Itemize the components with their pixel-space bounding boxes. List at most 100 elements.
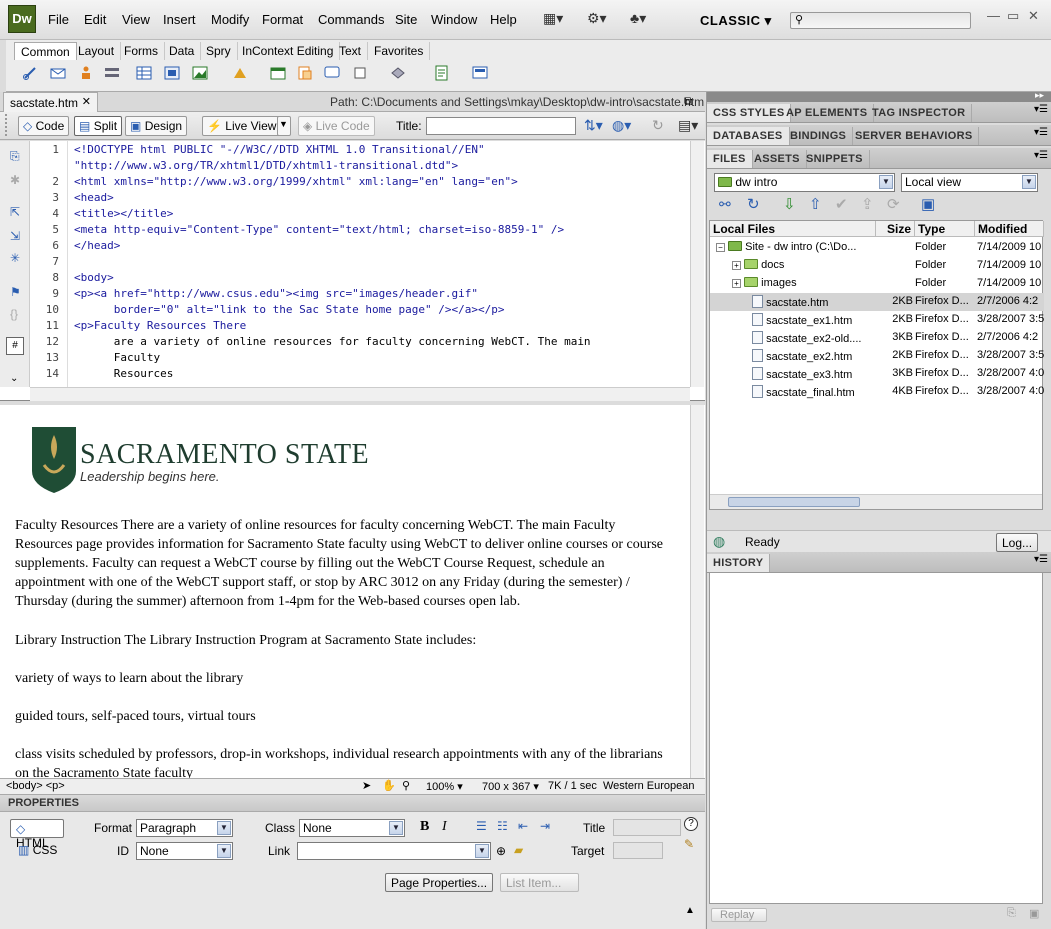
- select-tool-icon[interactable]: ➤: [362, 779, 371, 792]
- file-row[interactable]: sacstate_ex3.htm 3KB Firefox D... 3/28/2…: [710, 365, 1044, 383]
- file-row[interactable]: sacstate.htm 2KB Firefox D... 2/7/2006 4…: [710, 293, 1044, 311]
- tab-bindings[interactable]: BINDINGS: [784, 127, 854, 145]
- tab-css-styles[interactable]: CSS STYLES: [707, 104, 792, 122]
- browser-preview-icon[interactable]: ◍▾: [612, 117, 631, 134]
- collapse-properties-icon[interactable]: ▲: [685, 905, 695, 916]
- tab-files[interactable]: FILES: [707, 150, 753, 168]
- check-out-icon[interactable]: ✔: [835, 195, 848, 213]
- list-item-button[interactable]: List Item...: [500, 873, 579, 892]
- tab-forms[interactable]: Forms: [118, 42, 165, 60]
- tab-data[interactable]: Data: [163, 42, 202, 60]
- bold-button[interactable]: B: [420, 819, 429, 835]
- files-horizontal-scrollbar[interactable]: [710, 494, 1042, 509]
- log-button[interactable]: Log...: [996, 533, 1039, 552]
- anchor-icon[interactable]: [78, 65, 94, 81]
- html-mode-button[interactable]: ◇ HTML: [10, 819, 64, 850]
- code-vertical-scrollbar[interactable]: [690, 141, 704, 387]
- email-link-icon[interactable]: [50, 65, 66, 81]
- script-icon[interactable]: [390, 65, 406, 81]
- tab-text[interactable]: Text: [333, 42, 369, 60]
- menu-help[interactable]: Help: [490, 12, 517, 27]
- file-row[interactable]: sacstate_ex2.htm 2KB Firefox D... 3/28/2…: [710, 347, 1044, 365]
- title-field[interactable]: [613, 819, 681, 836]
- target-select[interactable]: [613, 842, 663, 859]
- column-size[interactable]: Size: [876, 221, 915, 237]
- show-code-navigator-icon[interactable]: ✱: [10, 173, 20, 187]
- collapse-selection-icon[interactable]: ⇲: [10, 229, 20, 243]
- tab-incontext[interactable]: InContext Editing: [236, 42, 341, 60]
- gear-icon[interactable]: ⚙▾: [587, 10, 607, 27]
- expand-all-icon[interactable]: ✳: [10, 251, 20, 265]
- design-view-button[interactable]: ▣ Design: [125, 116, 188, 136]
- unordered-list-icon[interactable]: ☰: [476, 819, 487, 833]
- expand-icon[interactable]: +: [732, 261, 741, 270]
- check-in-icon[interactable]: ⇪: [861, 195, 874, 213]
- column-type[interactable]: Type: [915, 221, 975, 237]
- view-select[interactable]: Local view ▼: [901, 173, 1038, 192]
- live-view-button[interactable]: ⚡ Live View: [202, 116, 282, 136]
- refresh-icon[interactable]: ↻: [652, 117, 664, 134]
- live-code-button[interactable]: ◈ Live Code: [298, 116, 375, 136]
- outdent-icon[interactable]: ⇤: [518, 819, 528, 833]
- replay-button[interactable]: Replay: [711, 908, 767, 922]
- tab-ap-elements[interactable]: AP ELEMENTS: [780, 104, 875, 122]
- split-view-button[interactable]: ▤ Split: [74, 116, 123, 136]
- menu-file[interactable]: File: [48, 12, 69, 27]
- more-icon[interactable]: ⌄: [10, 373, 18, 384]
- file-row[interactable]: + images Folder 7/14/2009 10: [710, 275, 1044, 293]
- close-tab-icon[interactable]: ✕: [82, 95, 91, 108]
- zoom-select[interactable]: 100% ▾: [426, 780, 463, 793]
- file-management-icon[interactable]: ⇅▾: [584, 117, 603, 134]
- hand-tool-icon[interactable]: ✋: [382, 779, 396, 792]
- history-list[interactable]: [709, 572, 1043, 904]
- panel-menu-icon[interactable]: ▾☰: [1034, 127, 1048, 138]
- save-as-command-icon[interactable]: ▣: [1029, 907, 1039, 920]
- code-view[interactable]: ⎘ ✱ ⇱ ⇲ ✳ ⚑ {} # ⌄ 1 2 3 4 5 6 7 8 9 10 …: [0, 141, 705, 401]
- dock-header[interactable]: ▸▸: [707, 90, 1051, 102]
- layout-icon[interactable]: ▦▾: [543, 10, 563, 27]
- link-input[interactable]: ▼: [297, 842, 491, 860]
- tag-selector[interactable]: <body> <p>: [6, 780, 65, 792]
- code-horizontal-scrollbar[interactable]: [30, 387, 690, 401]
- panel-menu-icon[interactable]: ▾☰: [1034, 150, 1048, 161]
- open-documents-icon[interactable]: ⎘: [10, 149, 20, 164]
- tab-common[interactable]: Common: [14, 42, 77, 60]
- workspace-switcher[interactable]: CLASSIC ▾: [700, 13, 772, 29]
- collapse-tag-icon[interactable]: ⇱: [10, 205, 20, 219]
- panel-menu-icon[interactable]: ▾☰: [1034, 554, 1048, 565]
- file-row[interactable]: − Site - dw intro (C:\Do... Folder 7/14/…: [710, 239, 1044, 257]
- synchronize-icon[interactable]: ⟳: [887, 195, 900, 213]
- restore-window-icon[interactable]: ⧉: [684, 94, 693, 109]
- site-icon[interactable]: ♣▾: [630, 10, 646, 27]
- collapse-dock-icon[interactable]: ▸▸: [1035, 90, 1044, 101]
- put-files-icon[interactable]: ⇧: [809, 195, 822, 213]
- tab-snippets[interactable]: SNIPPETS: [800, 150, 870, 168]
- menu-edit[interactable]: Edit: [84, 12, 106, 27]
- indent-icon[interactable]: ⇥: [540, 819, 550, 833]
- menu-format[interactable]: Format: [262, 12, 303, 27]
- ordered-list-icon[interactable]: ☷: [497, 819, 508, 833]
- id-select[interactable]: None ▼: [136, 842, 233, 860]
- templates-icon[interactable]: [434, 65, 450, 81]
- tab-history[interactable]: HISTORY: [707, 554, 771, 572]
- tab-databases[interactable]: DATABASES: [707, 127, 790, 145]
- maximize-icon[interactable]: ▭: [1007, 8, 1019, 24]
- table-icon[interactable]: [136, 65, 152, 81]
- properties-header[interactable]: PROPERTIES: [0, 795, 705, 812]
- copy-steps-icon[interactable]: ⎘: [1007, 907, 1016, 920]
- menu-commands[interactable]: Commands: [318, 12, 384, 27]
- media-icon[interactable]: [232, 65, 248, 81]
- date-icon[interactable]: [270, 65, 286, 81]
- column-local-files[interactable]: Local Files: [710, 221, 876, 237]
- class-select[interactable]: None ▼: [299, 819, 405, 837]
- tab-layout[interactable]: Layout: [72, 42, 122, 60]
- point-to-file-icon[interactable]: ⊕: [496, 844, 506, 858]
- tab-server-behaviors[interactable]: SERVER BEHAVIORS: [849, 127, 980, 145]
- window-size[interactable]: 700 x 367 ▾: [482, 780, 539, 793]
- menu-insert[interactable]: Insert: [163, 12, 196, 27]
- select-parent-tag-icon[interactable]: ⚑: [10, 285, 21, 299]
- expand-icon[interactable]: +: [732, 279, 741, 288]
- menu-site[interactable]: Site: [395, 12, 417, 27]
- title-input[interactable]: [426, 117, 576, 135]
- site-select[interactable]: dw intro ▼: [714, 173, 895, 192]
